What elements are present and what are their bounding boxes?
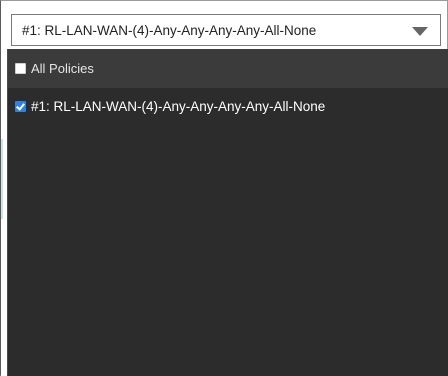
all-policies-row[interactable]: All Policies — [8, 49, 448, 88]
chevron-down-icon[interactable] — [412, 26, 428, 36]
policy-option-checkbox[interactable] — [15, 100, 26, 112]
all-policies-checkbox[interactable] — [15, 63, 26, 74]
left-edge-mark — [1, 139, 3, 219]
policy-select-dropdown[interactable]: #1: RL-LAN-WAN-(4)-Any-Any-Any-Any-All-N… — [11, 14, 441, 46]
policy-selector-widget: #1: RL-LAN-WAN-(4)-Any-Any-Any-Any-All-N… — [0, 0, 448, 376]
all-policies-label: All Policies — [31, 61, 94, 76]
policy-select-value: #1: RL-LAN-WAN-(4)-Any-Any-Any-Any-All-N… — [22, 22, 317, 38]
check-icon — [16, 100, 25, 111]
policy-option-label: #1: RL-LAN-WAN-(4)-Any-Any-Any-Any-All-N… — [31, 98, 326, 114]
policy-dropdown-panel: All Policies #1: RL-LAN-WAN-(4)-Any-Any-… — [7, 49, 448, 376]
policy-option-row[interactable]: #1: RL-LAN-WAN-(4)-Any-Any-Any-Any-All-N… — [8, 94, 448, 118]
